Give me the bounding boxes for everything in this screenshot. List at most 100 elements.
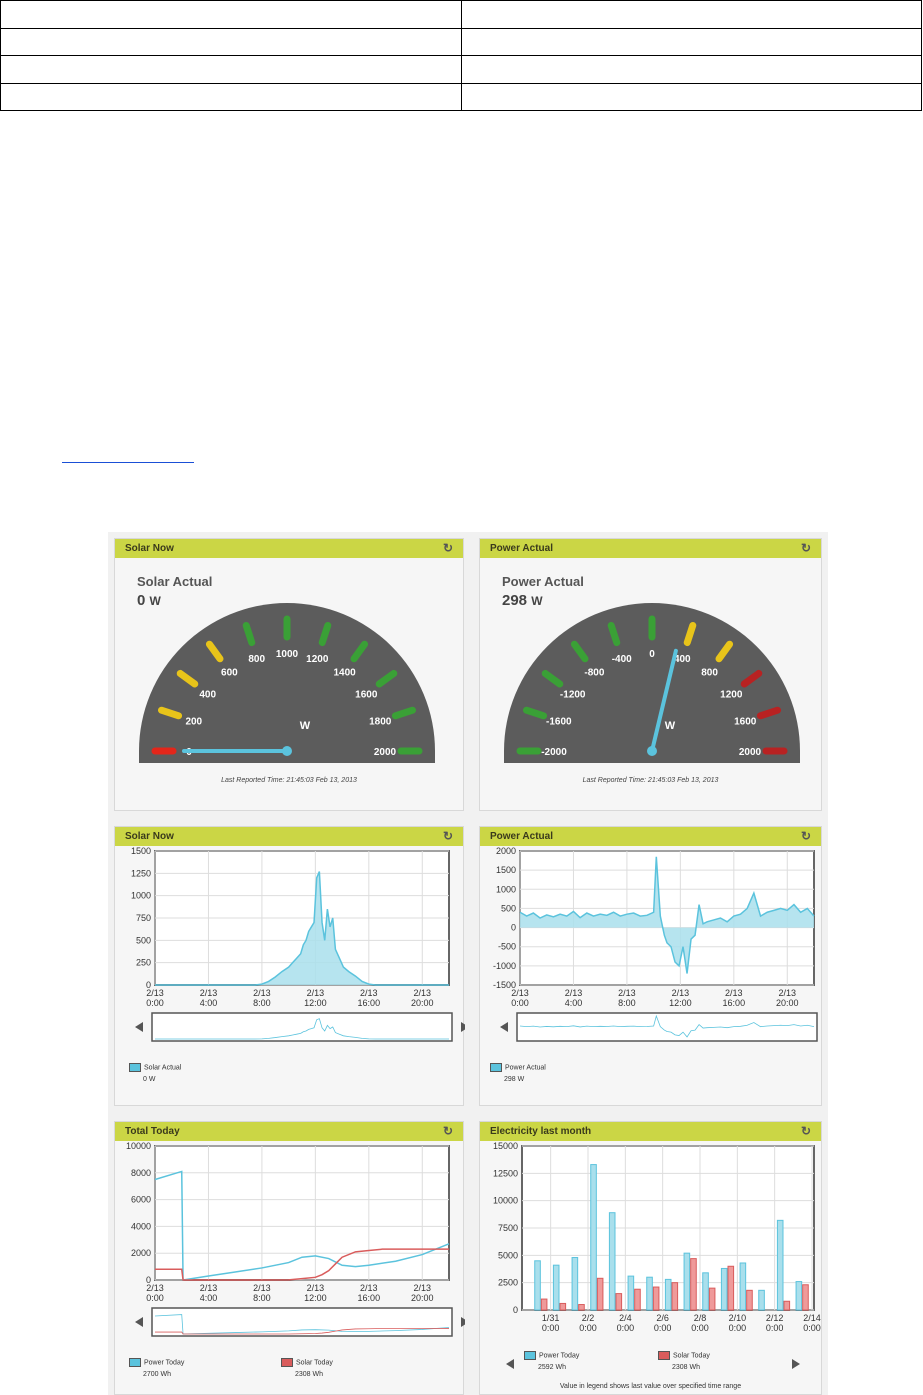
legend-item[interactable]: Solar Actual 0 W [129, 1063, 181, 1083]
legend-value: 2308 Wh [672, 1364, 701, 1371]
legend-item[interactable]: Power Actual 298 W [490, 1063, 546, 1083]
arrow-right-icon[interactable] [792, 1359, 800, 1369]
gauge-scale-label: 1600 [734, 717, 757, 728]
x-tick-label: 16:00 [358, 1293, 381, 1303]
total-today-chart: 02000400060008000100002/130:002/134:002/… [126, 1142, 465, 1337]
table-cell [461, 27, 922, 56]
arrow-left-icon[interactable] [506, 1359, 514, 1369]
y-tick-label: 12500 [493, 1168, 518, 1178]
legend-item[interactable]: Solar Today 2308 Wh [281, 1358, 333, 1378]
bar [534, 1260, 541, 1311]
x-tick-label: 2/13 [618, 988, 636, 998]
panel-title: Total Today [125, 1126, 180, 1137]
arrow-right-icon[interactable] [461, 1317, 465, 1327]
legend-value: 298 W [504, 1076, 525, 1083]
legend-swatch [490, 1063, 502, 1072]
hyperlink[interactable] [62, 446, 194, 463]
panel-title: Electricity last month [490, 1126, 592, 1137]
x-tick-label: 0:00 [617, 1323, 635, 1333]
y-tick-label: 4000 [131, 1221, 151, 1231]
electricity-month-panel: Electricity last month ↻ 0 2500 5000 7500 100… [479, 1121, 822, 1395]
refresh-icon[interactable]: ↻ [443, 1122, 453, 1141]
gauge-unit-label: W [300, 720, 311, 732]
x-tick-label: 2/6 [656, 1313, 669, 1323]
y-tick-label: 10000 [493, 1196, 518, 1206]
y-tick-label: -1000 [493, 961, 516, 971]
bar [540, 1298, 548, 1311]
legend-item[interactable]: Power Today 2700 Wh [129, 1358, 184, 1378]
x-tick-label: 0:00 [542, 1323, 560, 1333]
plot-area [154, 1145, 450, 1281]
y-tick-label: 2000 [131, 1248, 151, 1258]
legend-swatch [658, 1351, 670, 1360]
bar [758, 1289, 765, 1311]
bar [634, 1288, 641, 1311]
legend-value: 2308 Wh [295, 1371, 324, 1378]
x-tick-label: 2/13 [146, 1283, 164, 1293]
bar [559, 1302, 567, 1311]
gauge-scale-label: 600 [221, 668, 238, 679]
gauge-scale-label: 400 [199, 689, 216, 700]
gauge-scale-label: -2000 [541, 747, 567, 758]
legend-note: Value in legend shows last value over sp… [559, 1383, 742, 1390]
legend-swatch [129, 1358, 141, 1367]
refresh-icon[interactable]: ↻ [443, 827, 453, 846]
panel-header: Solar Now ↻ [115, 827, 463, 846]
solar-chart: 02505007501000125015002/130:002/134:002/… [131, 847, 465, 1042]
bar [702, 1272, 709, 1311]
x-tick-label: 2/10 [729, 1313, 747, 1323]
bar [727, 1265, 735, 1311]
gauge-scale-label: 200 [185, 717, 202, 728]
x-tick-label: 0:00 [691, 1323, 709, 1333]
gauge-scale-label: 2000 [374, 747, 397, 758]
panel-title: Solar Now [125, 831, 174, 842]
bar [671, 1282, 679, 1311]
gauge-scale-label: 800 [248, 654, 265, 665]
gauge-scale-label: 2000 [739, 747, 762, 758]
gauge-scale-label: 1200 [720, 689, 743, 700]
y-tick-label: 750 [136, 913, 151, 923]
legend-item[interactable]: Solar Today 2308 Wh [658, 1351, 710, 1371]
power-chart: -1500-1000-50005001000150020002/130:002/… [493, 847, 818, 1042]
navigator [151, 1012, 453, 1042]
arrow-left-icon[interactable] [135, 1317, 143, 1327]
x-tick-label: 2/13 [146, 988, 164, 998]
x-tick-label: 0:00 [803, 1323, 821, 1333]
bar [795, 1281, 803, 1311]
legend-item[interactable]: Power Today 2592 Wh [524, 1351, 579, 1371]
solar-gauge-panel: Solar Now↻ Solar Actual 0 W 020040060080… [114, 538, 464, 811]
y-tick-label: 5000 [498, 1250, 518, 1260]
x-tick-label: 2/13 [779, 988, 797, 998]
x-tick-label: 20:00 [776, 998, 799, 1008]
legend-label: Solar Actual [144, 1064, 182, 1072]
panel-header: Electricity last month ↻ [480, 1122, 821, 1141]
x-tick-label: 0:00 [729, 1323, 747, 1333]
arrow-left-icon[interactable] [500, 1022, 508, 1032]
y-tick-label: 250 [136, 958, 151, 968]
gauge-scale-label: 1000 [276, 649, 299, 660]
y-tick-label: 0 [513, 1305, 518, 1315]
bar [739, 1262, 747, 1311]
bar [652, 1286, 660, 1311]
x-tick-label: 4:00 [565, 998, 583, 1008]
arrow-left-icon[interactable] [135, 1022, 143, 1032]
arrow-right-icon[interactable] [461, 1022, 465, 1032]
y-tick-label: 8000 [131, 1168, 151, 1178]
refresh-icon[interactable]: ↻ [801, 827, 811, 846]
legend-label: Solar Today [296, 1359, 333, 1367]
bar [590, 1164, 597, 1311]
y-tick-label: 2500 [498, 1278, 518, 1288]
power-chart-panel: Power Actual ↻ -1500 -1000 -500 0 500 1000 1500… [479, 826, 822, 1106]
table-cell [461, 55, 922, 84]
x-tick-label: 12:00 [304, 998, 327, 1008]
bar [578, 1304, 585, 1311]
legend-label: Power Actual [505, 1064, 546, 1072]
refresh-icon[interactable]: ↻ [801, 1122, 811, 1141]
x-tick-label: 2/4 [619, 1313, 632, 1323]
x-tick-label: 2/13 [725, 988, 743, 998]
x-tick-label: 16:00 [723, 998, 746, 1008]
navigator [151, 1307, 453, 1337]
x-tick-label: 0:00 [766, 1323, 784, 1333]
bar [664, 1278, 672, 1311]
bar [596, 1277, 604, 1311]
